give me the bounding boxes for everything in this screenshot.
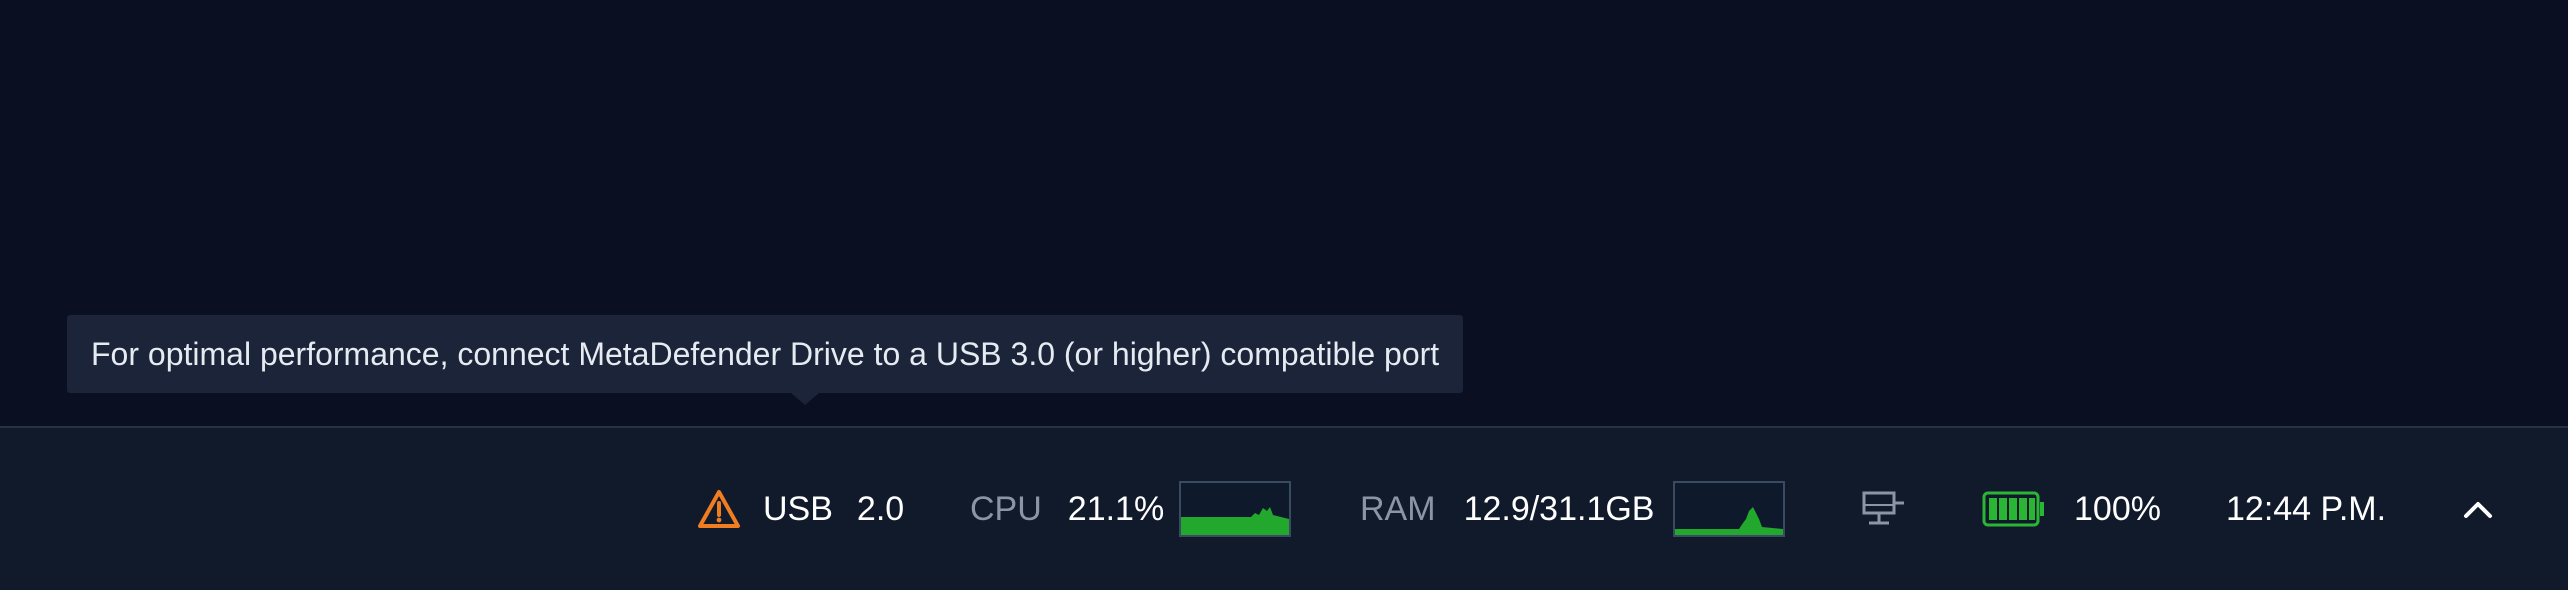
- battery-status[interactable]: 100%: [1982, 428, 2161, 590]
- warning-triangle-icon: [698, 490, 740, 528]
- ram-value: 12.9/31.1GB: [1463, 489, 1655, 528]
- cpu-value: 21.1%: [1067, 489, 1165, 528]
- cpu-status: CPU 21.1%: [970, 428, 1164, 590]
- clock-time: 12:44 P.M.: [2226, 489, 2387, 528]
- usb-label: USB: [763, 489, 833, 528]
- ram-label: RAM: [1360, 489, 1436, 528]
- usb-performance-tooltip: For optimal performance, connect MetaDef…: [67, 315, 1464, 393]
- network-computer-icon: [1862, 491, 1904, 525]
- usb-status[interactable]: USB 2.0: [697, 428, 904, 590]
- cpu-usage-graph: [1179, 481, 1291, 537]
- battery-percent: 100%: [2074, 489, 2161, 528]
- network-status[interactable]: [1861, 428, 1907, 590]
- usb-version: 2.0: [856, 489, 905, 528]
- battery-icon: [1982, 491, 2044, 527]
- taskbar: USB 2.0 CPU 21.1% RAM 12.9/31.1GB 100% 1…: [0, 426, 2568, 590]
- ram-usage-graph: [1673, 481, 1785, 537]
- clock: 12:44 P.M.: [2226, 428, 2386, 590]
- ram-status: RAM 12.9/31.1GB: [1360, 428, 1654, 590]
- chevron-up-icon: [2464, 502, 2492, 518]
- tooltip-text: For optimal performance, connect MetaDef…: [91, 335, 1440, 372]
- tooltip-arrow: [791, 393, 819, 405]
- cpu-label: CPU: [970, 489, 1042, 528]
- expand-tray-button[interactable]: [2458, 428, 2498, 590]
